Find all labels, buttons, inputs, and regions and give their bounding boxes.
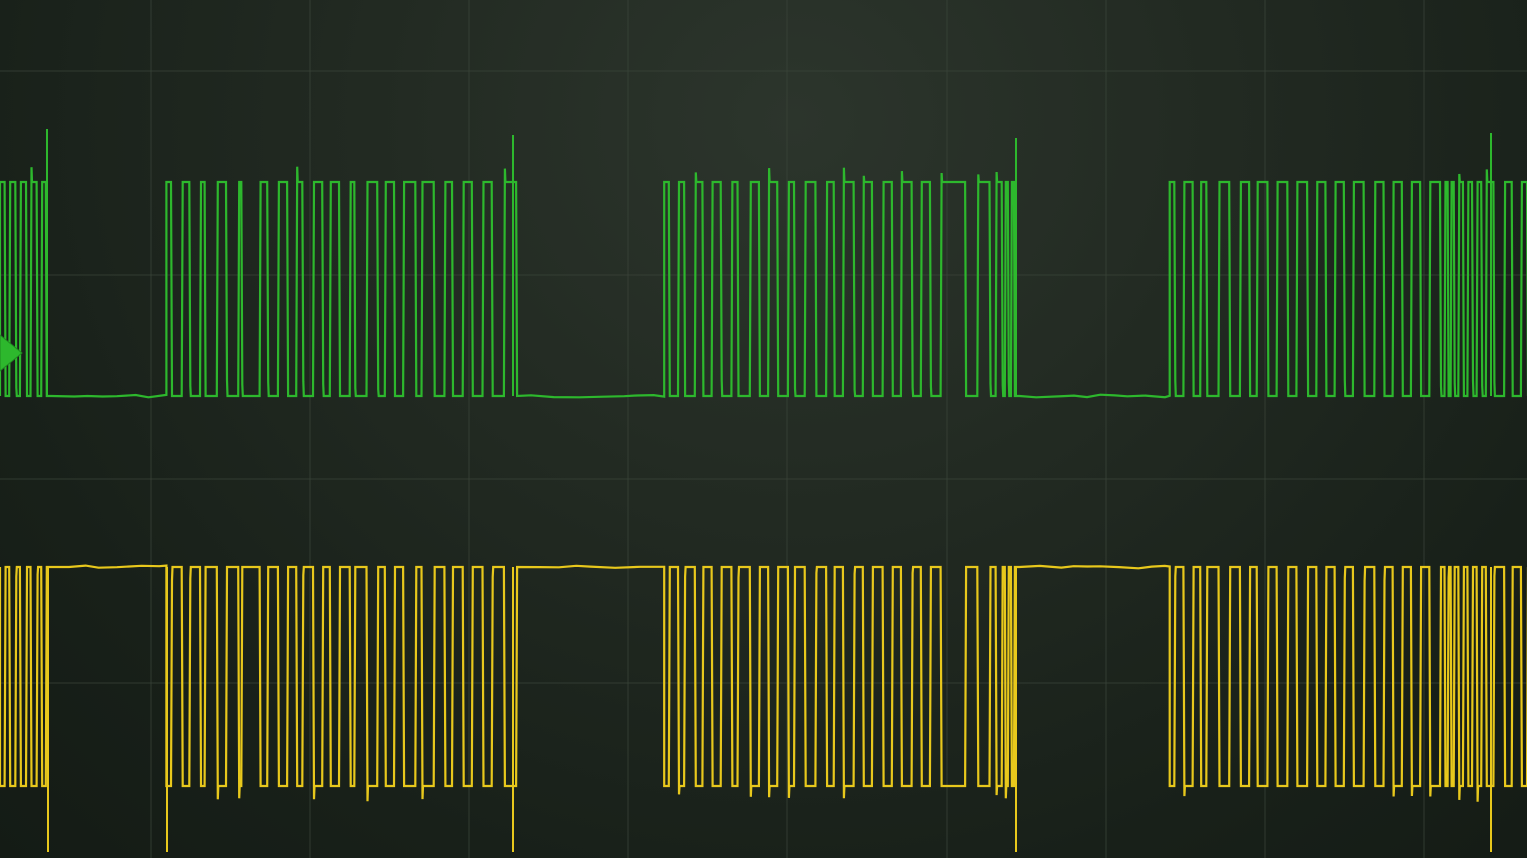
trigger-level-arrow-icon[interactable]	[0, 334, 23, 372]
waveform-traces	[0, 129, 1527, 852]
channel-2-trace	[0, 564, 1527, 802]
channel-1-trace	[0, 166, 1527, 399]
oscilloscope-display	[0, 0, 1527, 858]
channel-markers	[0, 334, 23, 372]
waveform-canvas	[0, 0, 1527, 858]
